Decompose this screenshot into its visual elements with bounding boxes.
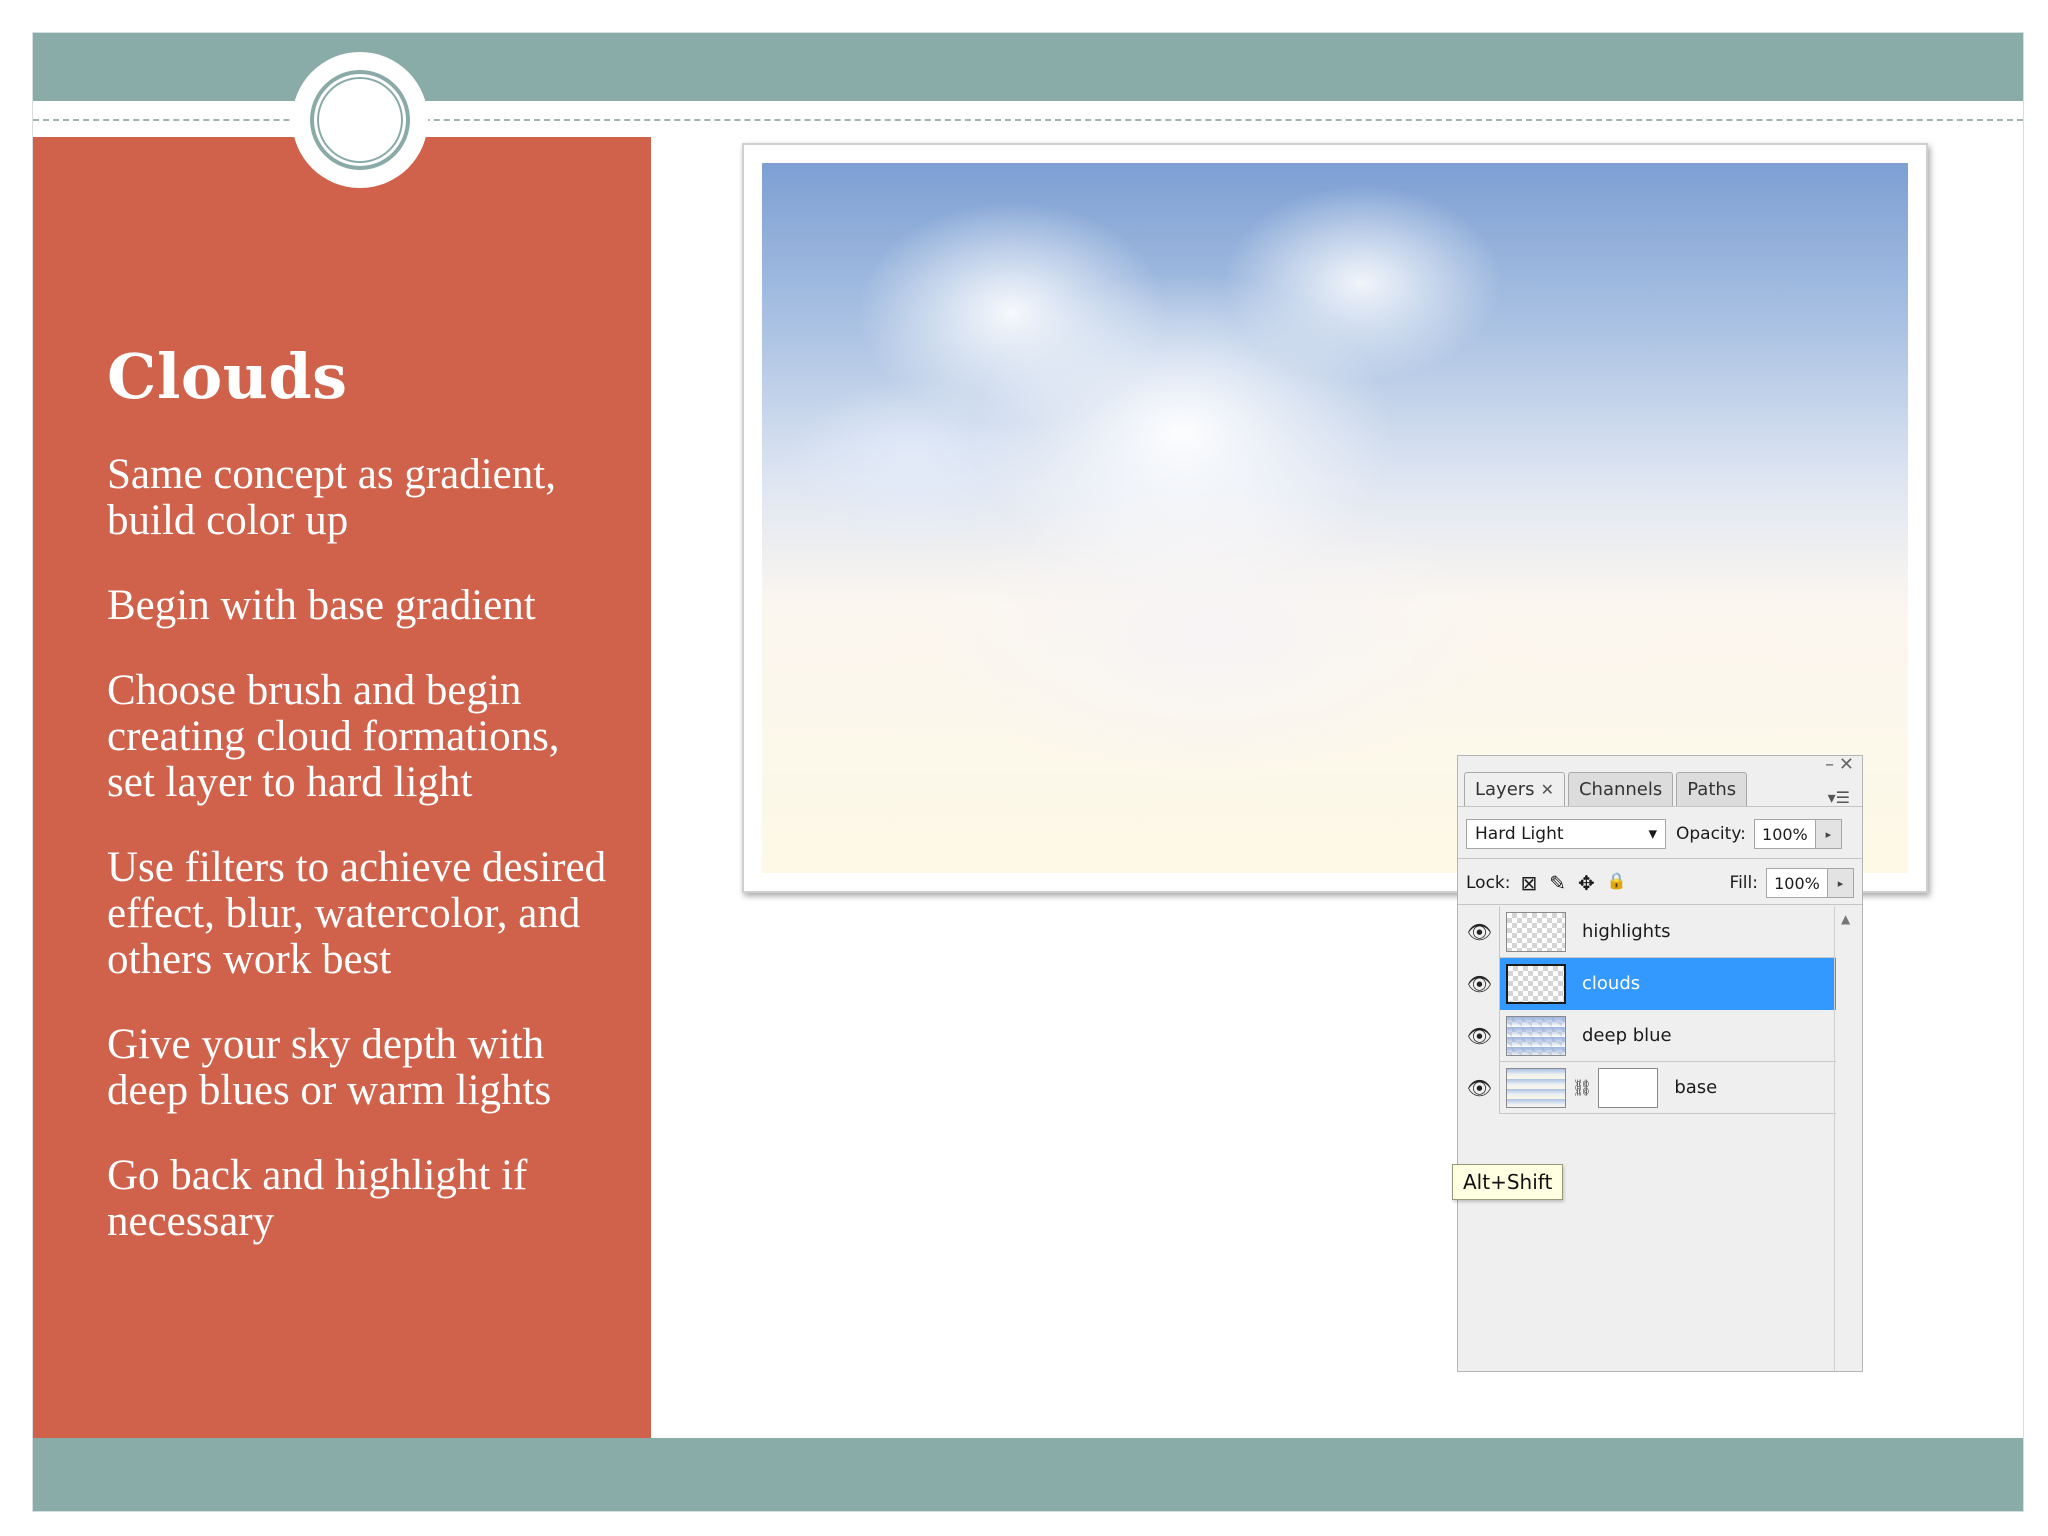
tab-label: Paths — [1687, 779, 1737, 800]
minimize-icon[interactable]: – — [1825, 754, 1834, 775]
opacity-slider-arrow-icon[interactable]: ▸ — [1815, 819, 1842, 849]
layer-thumbnail — [1506, 1015, 1566, 1056]
bullet-item: Go back and highlight if necessary — [107, 1152, 528, 1245]
layer-list-scrollbar[interactable]: ▲ — [1834, 906, 1858, 1371]
layer-name: clouds — [1582, 973, 1641, 994]
eye-icon[interactable]: 👁 — [1460, 1061, 1500, 1114]
blend-mode-select[interactable]: Hard Light ▾ — [1466, 819, 1666, 849]
lock-paint-icon[interactable]: ✎ — [1549, 871, 1566, 895]
opacity-input[interactable]: 100% — [1753, 819, 1816, 849]
layer-row-highlights[interactable]: 👁 highlights — [1460, 905, 1836, 958]
layers-panel: – ✕ Layers ✕ Channels Paths ▾☰ Hard Ligh… — [1457, 754, 1863, 1372]
bullet-item: Give your sky depth with deep blues or w… — [107, 1021, 552, 1114]
layer-row-deep-blue[interactable]: 👁 deep blue — [1460, 1009, 1836, 1062]
bullet-item: Same concept as gradient, build color up — [107, 451, 556, 544]
lock-label: Lock: — [1466, 873, 1511, 893]
eye-icon[interactable]: 👁 — [1460, 957, 1500, 1010]
fill-input[interactable]: 100% — [1766, 868, 1828, 898]
tab-close-icon[interactable]: ✕ — [1541, 780, 1554, 799]
blend-mode-value: Hard Light — [1475, 824, 1564, 844]
ring-icon — [310, 70, 410, 170]
layer-thumbnail — [1506, 911, 1566, 952]
bullet-item: Choose brush and begin creating cloud fo… — [107, 667, 560, 806]
tab-paths[interactable]: Paths — [1676, 772, 1748, 806]
medallion-ornament — [292, 52, 428, 188]
opacity-label: Opacity: — [1676, 824, 1746, 844]
link-icon[interactable]: ⛓ — [1572, 1078, 1592, 1097]
tab-label: Layers — [1475, 779, 1535, 800]
layer-name: highlights — [1582, 921, 1671, 942]
eye-icon[interactable]: 👁 — [1460, 905, 1500, 958]
layer-thumbnail — [1506, 963, 1566, 1004]
layer-name: deep blue — [1582, 1025, 1672, 1046]
bullet-item: Use filters to achieve desired effect, b… — [107, 844, 607, 983]
scroll-up-icon[interactable]: ▲ — [1841, 912, 1850, 926]
lock-transparency-icon[interactable]: ⊠ — [1521, 871, 1538, 895]
layer-name: base — [1674, 1077, 1718, 1098]
tab-layers[interactable]: Layers ✕ — [1464, 772, 1565, 806]
blend-row: Hard Light ▾ Opacity: 100% ▸ — [1466, 818, 1854, 850]
layer-thumbnail — [1506, 1067, 1566, 1108]
panel-menu-icon[interactable]: ▾☰ — [1828, 788, 1850, 807]
fill-label: Fill: — [1729, 873, 1758, 893]
fill-slider-arrow-icon[interactable]: ▸ — [1828, 868, 1854, 898]
chevron-down-icon: ▾ — [1648, 824, 1657, 844]
layer-row-base[interactable]: 👁 ⛓ base — [1460, 1061, 1836, 1114]
lock-row: Lock: ⊠ ✎ ✥ 🔒 Fill: 100% ▸ — [1466, 867, 1854, 899]
lock-move-icon[interactable]: ✥ — [1578, 871, 1595, 895]
bullet-item: Begin with base gradient — [107, 582, 536, 629]
layer-mask-thumbnail[interactable] — [1598, 1067, 1659, 1108]
tab-label: Channels — [1578, 779, 1663, 800]
slide-title: Clouds — [107, 340, 348, 413]
layer-list: 👁 highlights 👁 clouds 👁 deep blue 👁 ⛓ ba… — [1460, 905, 1836, 1114]
lock-all-icon[interactable]: 🔒 — [1607, 871, 1627, 895]
eye-icon[interactable]: 👁 — [1460, 1009, 1500, 1062]
bottom-bar — [33, 1438, 2023, 1511]
shortcut-tooltip: Alt+Shift — [1452, 1164, 1564, 1200]
tab-channels[interactable]: Channels — [1567, 772, 1674, 806]
layer-row-clouds[interactable]: 👁 clouds — [1460, 957, 1836, 1010]
title-panel: Clouds Same concept as gradient, build c… — [33, 137, 651, 1438]
panel-tabs: Layers ✕ Channels Paths — [1464, 772, 1750, 806]
bullet-list: Same concept as gradient, build color up… — [107, 452, 617, 1284]
close-icon[interactable]: ✕ — [1839, 754, 1854, 775]
